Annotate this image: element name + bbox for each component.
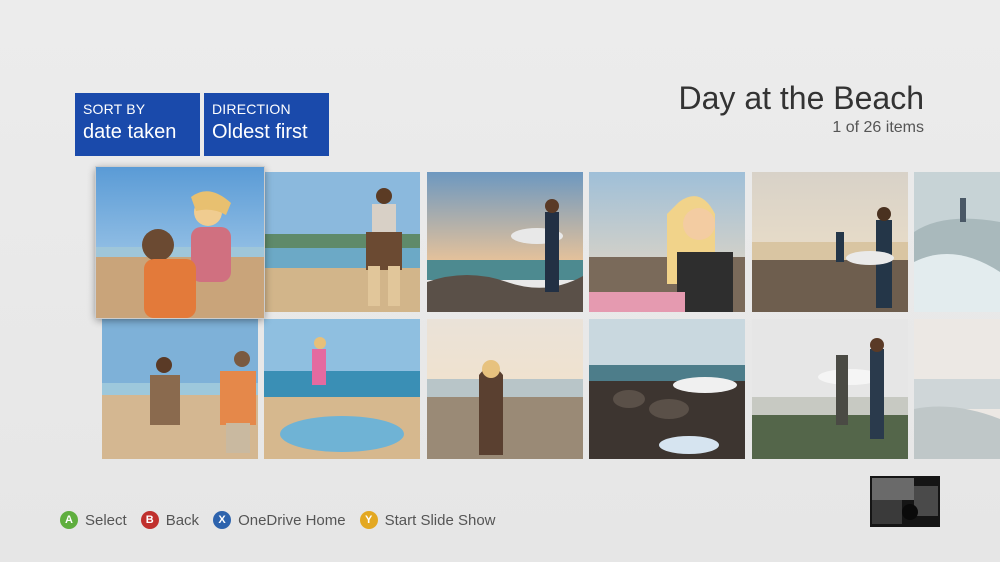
photo-tile-4[interactable] <box>589 172 745 312</box>
hint-slideshow-label: Start Slide Show <box>384 511 496 529</box>
x-button-icon: X <box>213 511 232 529</box>
photo-tile-6[interactable] <box>914 172 1000 312</box>
photo-tile-2[interactable] <box>264 172 420 312</box>
a-button-icon: A <box>60 511 78 529</box>
hint-onedrive-home-label: OneDrive Home <box>238 511 346 529</box>
b-button-icon: B <box>140 511 159 529</box>
hint-select[interactable]: A Select <box>60 511 127 529</box>
photo-grid <box>0 0 1000 562</box>
photo-tile-11[interactable] <box>752 319 908 459</box>
y-button-icon: Y <box>359 511 378 529</box>
photo-tile-9[interactable] <box>427 319 583 459</box>
photo-tile-10[interactable] <box>589 319 745 459</box>
photo-tile-3[interactable] <box>427 172 583 312</box>
hint-onedrive-home[interactable]: X OneDrive Home <box>213 511 346 529</box>
hint-select-label: Select <box>85 511 127 529</box>
hint-back[interactable]: B Back <box>140 511 200 529</box>
photo-tile-5[interactable] <box>752 172 908 312</box>
photo-tile-12[interactable] <box>914 319 1000 459</box>
hint-slideshow[interactable]: Y Start Slide Show <box>359 511 496 529</box>
photo-tile-1[interactable] <box>95 166 265 319</box>
hint-back-label: Back <box>165 511 200 529</box>
kinect-camera-preview <box>870 476 940 527</box>
controller-hints: A Select B Back X OneDrive Home Y Start … <box>60 511 510 529</box>
photo-tile-8[interactable] <box>264 319 420 459</box>
photo-tile-7[interactable] <box>102 319 258 459</box>
